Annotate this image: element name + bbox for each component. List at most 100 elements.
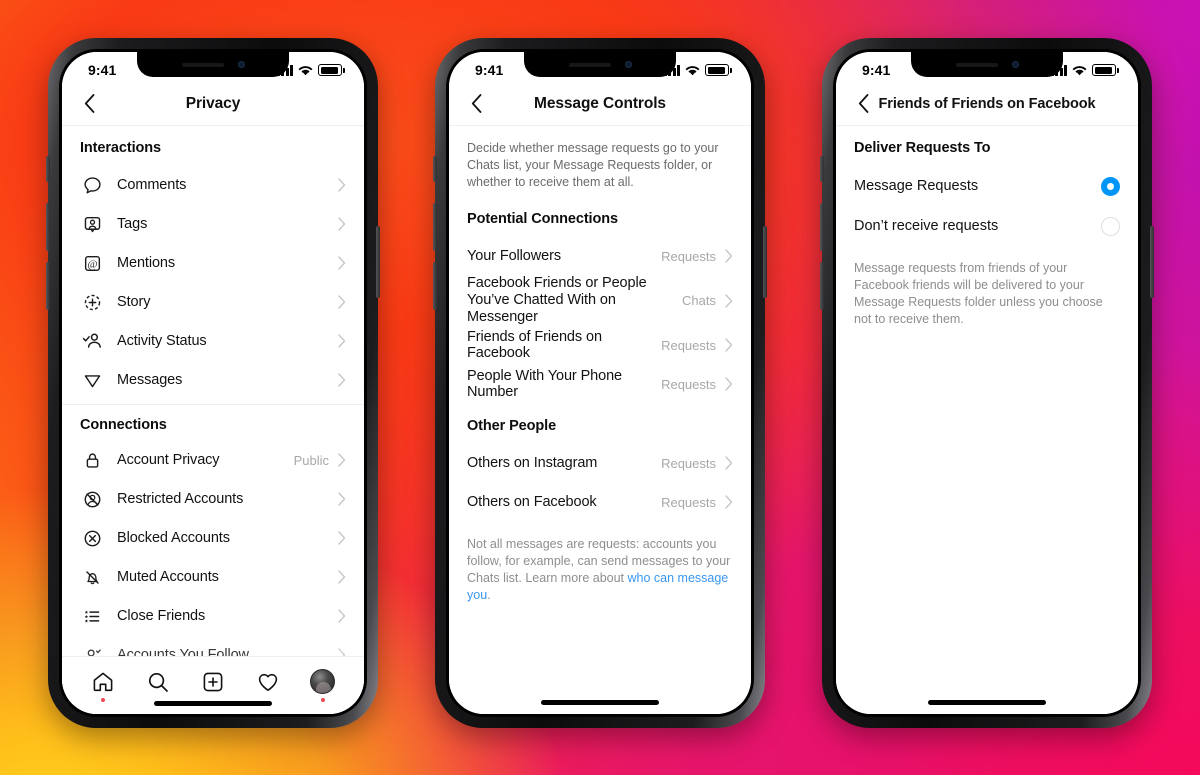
lock-icon (80, 448, 104, 472)
section-header-potential-connections: Potential Connections (467, 211, 618, 227)
chevron-right-icon (338, 177, 348, 193)
row-label: Your Followers (467, 248, 561, 264)
at-mention-icon: @ (80, 251, 104, 275)
tab-profile[interactable] (306, 665, 340, 702)
chevron-right-icon (725, 376, 735, 392)
row-comments[interactable]: Comments (62, 166, 364, 205)
radio-unselected-icon[interactable] (1101, 216, 1120, 236)
page-title: Friends of Friends on Facebook (878, 95, 1096, 112)
row-label: Others on Instagram (467, 455, 598, 471)
notch (137, 52, 289, 77)
power-button[interactable] (1150, 226, 1154, 298)
chevron-right-icon (338, 294, 348, 310)
home-badge-dot (101, 697, 106, 702)
row-close-friends[interactable]: Close Friends (62, 597, 364, 636)
privacy-settings-list: Interactions Comments Tags @ Mentions St… (62, 126, 364, 714)
chevron-right-icon (725, 293, 735, 309)
silence-switch[interactable] (820, 156, 824, 182)
page-title: Privacy (185, 94, 241, 112)
row-mentions[interactable]: @ Mentions (62, 244, 364, 283)
chevron-left-icon (471, 94, 481, 113)
chevron-right-icon (338, 255, 348, 271)
row-friends-of-friends-facebook[interactable]: Friends of Friends on Facebook Requests (449, 326, 751, 365)
phone-3-screen: 9:41 Friends of Friends on Facebook Deli… (836, 52, 1138, 714)
row-label: Comments (117, 177, 187, 193)
chevron-right-icon (338, 530, 348, 546)
volume-up-button[interactable] (820, 203, 824, 251)
row-label: Facebook Friends or People You’ve Chatte… (467, 275, 647, 325)
row-value: Requests (661, 337, 716, 353)
row-restricted-accounts[interactable]: Restricted Accounts (62, 480, 364, 519)
tab-activity[interactable] (251, 665, 285, 699)
front-camera-icon (237, 61, 245, 68)
row-label: Activity Status (117, 333, 207, 349)
deliver-requests-options: Deliver Requests To Message Requests Don… (836, 126, 1138, 714)
row-people-with-phone-number[interactable]: People With Your Phone Number Requests (449, 365, 751, 404)
row-account-privacy[interactable]: Account Privacy Public (62, 441, 364, 480)
back-button[interactable] (76, 91, 102, 117)
row-muted-accounts[interactable]: Muted Accounts (62, 558, 364, 597)
row-facebook-friends-messenger[interactable]: Facebook Friends or People You’ve Chatte… (449, 275, 751, 326)
chevron-right-icon (338, 569, 348, 585)
row-label: Blocked Accounts (117, 530, 230, 546)
phone-3-friends-of-friends: 9:41 Friends of Friends on Facebook Deli… (820, 38, 1154, 728)
instagram-privacy-settings-screenshot: 9:41 Privacy Interactions Comments Tags … (0, 0, 1200, 775)
silence-switch[interactable] (433, 156, 437, 182)
row-others-on-instagram[interactable]: Others on Instagram Requests (449, 444, 751, 483)
speaker-grille-icon (181, 62, 224, 67)
row-others-on-facebook[interactable]: Others on Facebook Requests (449, 483, 751, 522)
back-button[interactable] (850, 91, 876, 117)
power-button[interactable] (376, 226, 380, 298)
battery-full-icon (705, 64, 732, 76)
volume-up-button[interactable] (433, 203, 437, 251)
tab-create[interactable] (196, 665, 230, 699)
home-indicator[interactable] (541, 700, 659, 705)
option-message-requests[interactable]: Message Requests (836, 166, 1138, 206)
row-your-followers[interactable]: Your Followers Requests (449, 237, 751, 276)
paper-plane-icon (80, 368, 104, 392)
home-indicator[interactable] (928, 700, 1046, 705)
row-label: Account Privacy (117, 452, 220, 468)
row-label: Close Friends (117, 608, 206, 624)
chevron-right-icon (725, 248, 735, 264)
row-label: Others on Facebook (467, 494, 597, 510)
row-value: Requests (661, 455, 716, 471)
home-indicator[interactable] (154, 701, 272, 706)
row-tags[interactable]: Tags (62, 205, 364, 244)
wifi-icon (298, 65, 313, 75)
row-activity-status[interactable]: Activity Status (62, 322, 364, 361)
row-label: Muted Accounts (117, 569, 219, 585)
tab-search[interactable] (141, 665, 175, 699)
comment-bubble-icon (80, 173, 104, 197)
close-friends-list-icon (80, 604, 104, 628)
footnote-text-after: . (487, 588, 491, 602)
row-label: Mentions (117, 255, 176, 271)
phone-2-screen: 9:41 Message Controls Decide whether mes… (449, 52, 751, 714)
row-story[interactable]: Story (62, 283, 364, 322)
silence-switch[interactable] (46, 156, 50, 182)
battery-full-icon (318, 64, 345, 76)
chevron-right-icon (725, 494, 735, 510)
volume-down-button[interactable] (433, 262, 437, 310)
radio-selected-icon[interactable] (1101, 176, 1120, 196)
phone-1-privacy: 9:41 Privacy Interactions Comments Tags … (46, 38, 380, 728)
volume-down-button[interactable] (46, 262, 50, 310)
row-messages[interactable]: Messages (62, 361, 364, 400)
row-blocked-accounts[interactable]: Blocked Accounts (62, 519, 364, 558)
battery-full-icon (1092, 64, 1119, 76)
chevron-right-icon (338, 491, 348, 507)
option-dont-receive-requests[interactable]: Don’t receive requests (836, 206, 1138, 246)
status-time: 9:41 (475, 62, 504, 78)
chevron-left-icon (858, 94, 868, 113)
chevron-right-icon (725, 455, 735, 471)
volume-up-button[interactable] (46, 203, 50, 251)
notch (911, 52, 1063, 77)
tab-home[interactable] (86, 665, 120, 702)
volume-down-button[interactable] (820, 262, 824, 310)
intro-description: Decide whether message requests go to yo… (467, 141, 719, 189)
profile-avatar-icon (310, 669, 336, 694)
section-header-other-people: Other People (467, 418, 557, 434)
chevron-left-icon (84, 94, 94, 113)
power-button[interactable] (763, 226, 767, 298)
back-button[interactable] (463, 91, 489, 117)
